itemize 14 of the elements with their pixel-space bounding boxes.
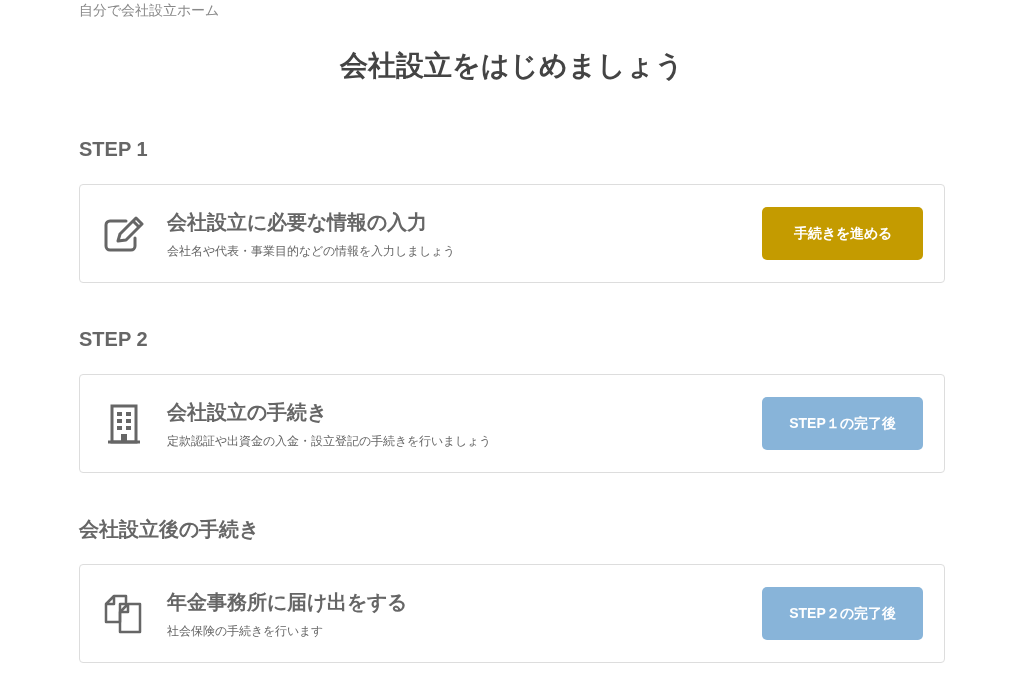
task-description: 会社名や代表・事業目的などの情報を入力しましょう (167, 242, 455, 260)
proceed-button[interactable]: 手続きを進める (762, 207, 923, 260)
edit-icon (104, 215, 144, 252)
task-description: 社会保険の手続きを行います (167, 622, 323, 640)
task-description: 定款認証や出資金の入金・設立登記の手続きを行いましょう (167, 432, 491, 450)
task-title: 年金事務所に届け出をする (167, 589, 407, 615)
task-title: 会社設立の手続き (167, 399, 327, 425)
breadcrumb-link[interactable]: 自分で会社設立ホーム (79, 0, 219, 20)
section-heading: 会社設立後の手続き (79, 517, 259, 542)
task-title: 会社設立に必要な情報の入力 (167, 209, 427, 235)
page-title: 会社設立をはじめましょう (340, 49, 684, 83)
documents-icon (104, 593, 144, 634)
section-heading: STEP 2 (79, 327, 148, 352)
section-heading: STEP 1 (79, 137, 148, 162)
